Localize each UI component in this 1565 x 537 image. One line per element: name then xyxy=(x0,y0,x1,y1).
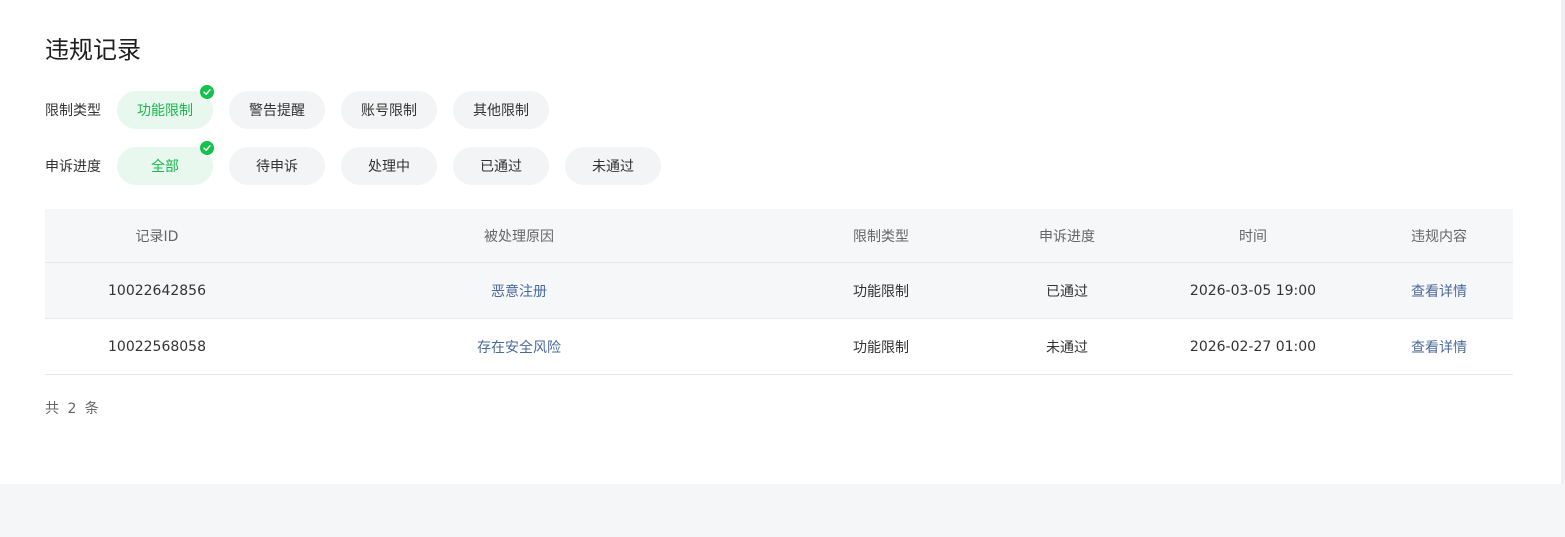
table-row: 10022568058 存在安全风险 功能限制 未通过 2026-02-27 0… xyxy=(45,318,1513,375)
chip-processing[interactable]: 处理中 xyxy=(341,147,437,185)
column-header-time: 时间 xyxy=(1141,209,1365,263)
violation-records-card: 违规记录 限制类型 功能限制 警告提醒 账号限制 其他限制 申诉进度 全部 待申… xyxy=(0,0,1561,484)
chip-all[interactable]: 全部 xyxy=(117,140,215,185)
action-cell: 查看详情 xyxy=(1365,318,1513,375)
reason-cell: 存在安全风险 xyxy=(269,318,769,375)
column-header-record-id: 记录ID xyxy=(45,209,269,263)
chip-other-restriction[interactable]: 其他限制 xyxy=(453,91,549,129)
total-count: 共 2 条 xyxy=(45,401,101,417)
record-id: 10022568058 xyxy=(45,318,269,375)
records-table: 记录ID 被处理原因 限制类型 申诉进度 时间 违规内容 10022642856… xyxy=(45,209,1513,375)
chip-approved[interactable]: 已通过 xyxy=(453,147,549,185)
appeal-status-cell: 未通过 xyxy=(993,318,1141,375)
reason-cell: 恶意注册 xyxy=(269,262,769,319)
column-header-restriction-type: 限制类型 xyxy=(769,209,993,263)
appeal-status-cell: 已通过 xyxy=(993,262,1141,319)
chip-pending-appeal[interactable]: 待申诉 xyxy=(229,147,325,185)
chip-function-restriction[interactable]: 功能限制 xyxy=(117,84,215,129)
chip-label: 待申诉 xyxy=(256,159,298,175)
appeal-progress-label: 申诉进度 xyxy=(45,159,101,175)
chip-label: 处理中 xyxy=(368,159,410,175)
chip-rejected[interactable]: 未通过 xyxy=(565,147,661,185)
record-id: 10022642856 xyxy=(45,262,269,319)
column-header-violation-content: 违规内容 xyxy=(1365,209,1513,263)
check-icon xyxy=(199,140,215,156)
chip-label: 其他限制 xyxy=(473,103,529,119)
chip-warning-reminder[interactable]: 警告提醒 xyxy=(229,91,325,129)
restriction-type-cell: 功能限制 xyxy=(769,262,993,319)
table-header-row: 记录ID 被处理原因 限制类型 申诉进度 时间 违规内容 xyxy=(45,209,1513,263)
scrollbar-track[interactable] xyxy=(1561,0,1565,484)
restriction-type-filter: 限制类型 功能限制 警告提醒 账号限制 其他限制 xyxy=(45,84,565,129)
time-cell: 2026-02-27 01:00 xyxy=(1141,318,1365,375)
chip-label: 全部 xyxy=(151,159,179,175)
table-row: 10022642856 恶意注册 功能限制 已通过 2026-03-05 19:… xyxy=(45,262,1513,319)
check-icon xyxy=(199,84,215,100)
restriction-type-label: 限制类型 xyxy=(45,103,101,119)
reason-link[interactable]: 存在安全风险 xyxy=(477,340,561,356)
column-header-reason: 被处理原因 xyxy=(269,209,769,263)
chip-account-restriction[interactable]: 账号限制 xyxy=(341,91,437,129)
column-header-appeal-progress: 申诉进度 xyxy=(993,209,1141,263)
action-cell: 查看详情 xyxy=(1365,262,1513,319)
time-cell: 2026-03-05 19:00 xyxy=(1141,262,1365,319)
view-details-link[interactable]: 查看详情 xyxy=(1411,340,1467,356)
chip-label: 已通过 xyxy=(480,159,522,175)
chip-label: 警告提醒 xyxy=(249,103,305,119)
view-details-link[interactable]: 查看详情 xyxy=(1411,284,1467,300)
chip-label: 未通过 xyxy=(592,159,634,175)
chip-label: 账号限制 xyxy=(361,103,417,119)
reason-link[interactable]: 恶意注册 xyxy=(491,284,547,300)
appeal-progress-filter: 申诉进度 全部 待申诉 处理中 已通过 未通过 xyxy=(45,140,677,185)
page-title: 违规记录 xyxy=(45,36,141,64)
restriction-type-cell: 功能限制 xyxy=(769,318,993,375)
chip-label: 功能限制 xyxy=(137,103,193,119)
